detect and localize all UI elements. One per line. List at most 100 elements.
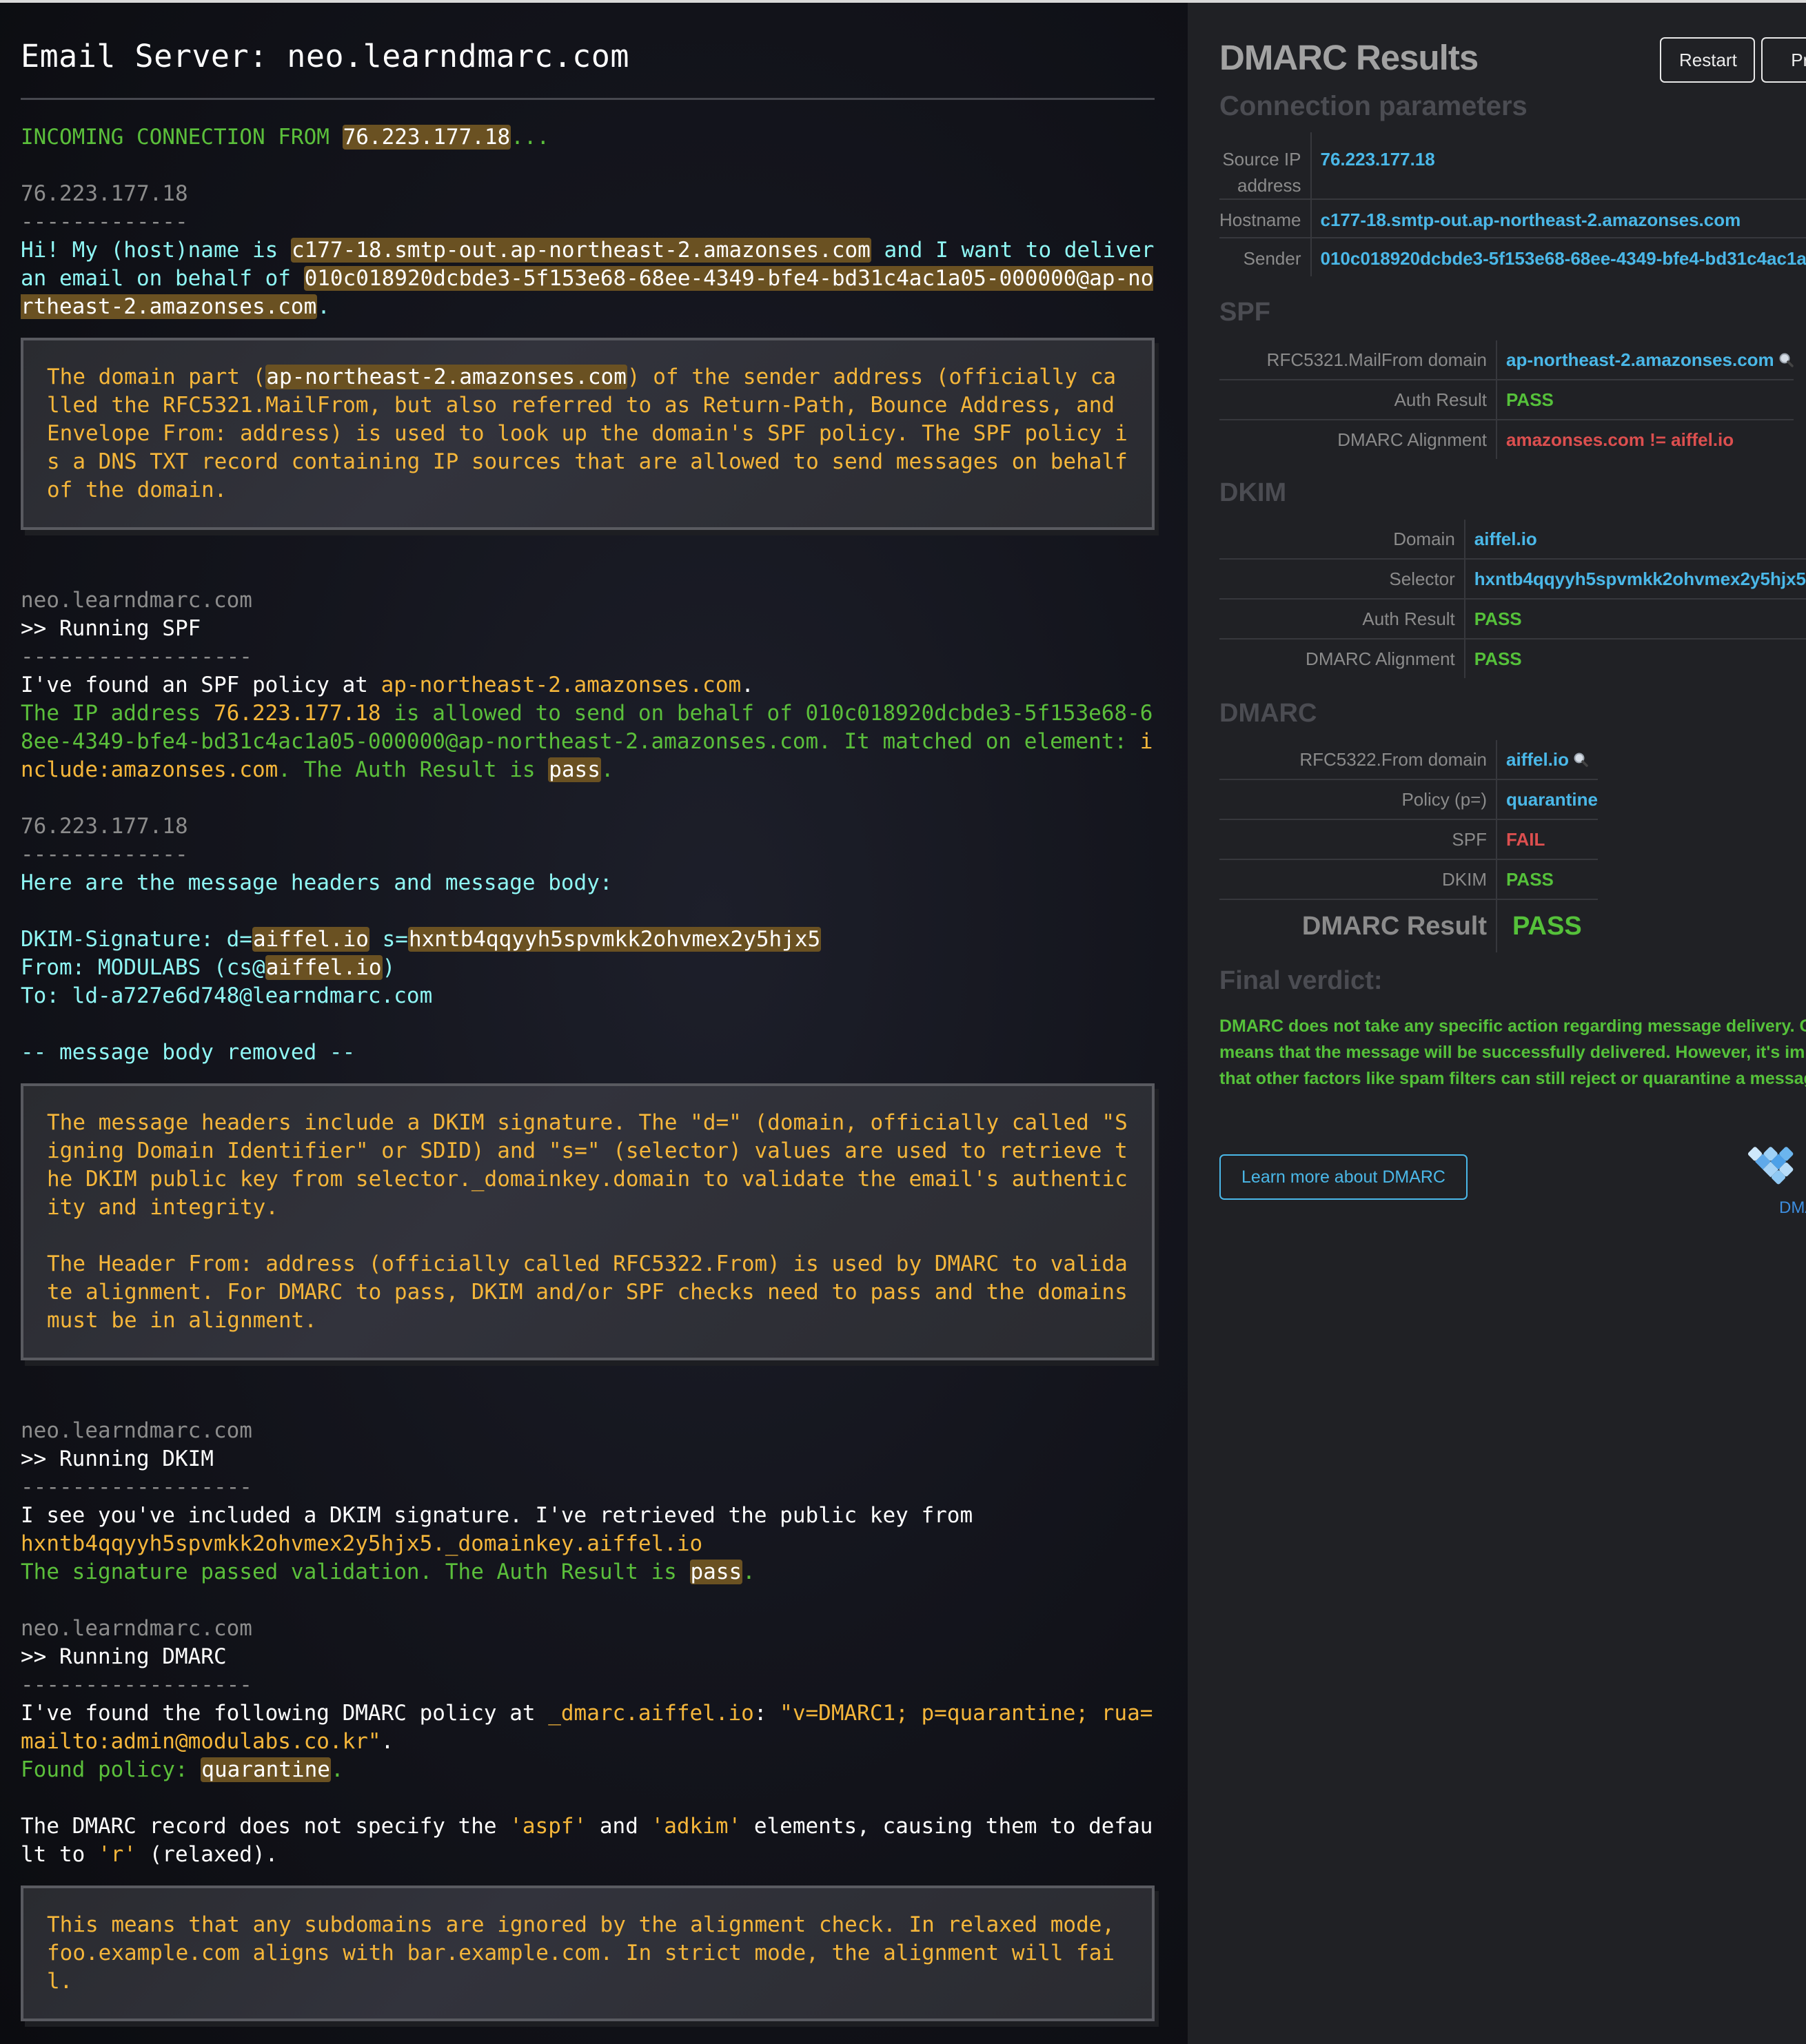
divider-dashes: ------------------ bbox=[21, 1475, 252, 1500]
row-label: DMARC Alignment bbox=[1219, 638, 1465, 678]
row-label: DMARC Alignment bbox=[1219, 419, 1497, 459]
table-row: Auth Result PASS bbox=[1219, 379, 1794, 420]
table-row: RFC5321.MailFrom domain ap-northeast-2.a… bbox=[1219, 340, 1794, 380]
row-label: Hostname bbox=[1219, 198, 1312, 238]
final-verdict-text: DMARC does not take any specific action … bbox=[1219, 1013, 1806, 1092]
dkim-signature-header: DKIM-Signature: d=aiffel.io s=hxntb4qqyy… bbox=[21, 926, 1165, 954]
incoming-suffix: ... bbox=[511, 125, 550, 150]
divider-dashes: ------------------ bbox=[21, 644, 252, 669]
helo-text: . bbox=[317, 294, 330, 319]
message-body-removed: -- message body removed -- bbox=[21, 1040, 356, 1065]
speaker-client: 76.223.177.18 bbox=[21, 814, 188, 839]
running-dkim-heading: >> Running DKIM bbox=[21, 1447, 214, 1471]
terminal-divider bbox=[21, 98, 1155, 100]
headers-intro: Here are the message headers and message… bbox=[21, 870, 613, 895]
incoming-connection-line: INCOMING CONNECTION FROM 76.223.177.18..… bbox=[21, 123, 1165, 152]
dkim-d-value: aiffel.io bbox=[252, 927, 369, 952]
found-policy-value: quarantine bbox=[201, 1757, 331, 1782]
connection-parameters-table: Source IP address 76.223.177.18 Hostname… bbox=[1219, 132, 1806, 276]
dkim-retrieved-line: I see you've included a DKIM signature. … bbox=[21, 1503, 973, 1528]
policy-value: quarantine bbox=[1496, 779, 1598, 819]
incoming-ip: 76.223.177.18 bbox=[342, 125, 511, 150]
hostname-value: c177-18.smtp-out.ap-northeast-2.amazonse… bbox=[1310, 198, 1806, 238]
table-row: Source IP address 76.223.177.18 bbox=[1219, 132, 1806, 199]
spf-ip: 76.223.177.18 bbox=[213, 701, 381, 726]
dkim-selector-value: hxntb4qqyyh5spvmkk2ohvmex2y5hjx5 bbox=[1464, 558, 1806, 599]
restart-button[interactable]: Restart bbox=[1660, 37, 1755, 83]
dkim-result-text: . bbox=[742, 1560, 755, 1584]
divider-dashes: ------------- bbox=[21, 209, 188, 234]
dkim-auth-result-value: PASS bbox=[1464, 598, 1806, 639]
table-row: Auth Result PASS bbox=[1219, 598, 1806, 639]
to-header: To: ld-a727e6d748@learndmarc.com bbox=[21, 983, 433, 1008]
magnifier-icon[interactable] bbox=[1573, 752, 1588, 767]
running-spf-heading: >> Running SPF bbox=[21, 616, 201, 641]
alignment-text: and bbox=[587, 1814, 651, 1839]
alignment-text: (relaxed). bbox=[136, 1842, 278, 1867]
incoming-prefix: INCOMING CONNECTION FROM bbox=[21, 125, 343, 150]
dmarc-dkim-value: PASS bbox=[1496, 859, 1598, 899]
mailfrom-domain-value: ap-northeast-2.amazonses.com bbox=[1506, 349, 1774, 370]
table-row: Selector hxntb4qqyyh5spvmkk2ohvmex2y5hjx… bbox=[1219, 558, 1806, 599]
found-policy-text: . bbox=[330, 1757, 344, 1782]
spf-explanation-note: The domain part (ap-northeast-2.amazonse… bbox=[21, 338, 1155, 530]
dmarc-policy-text: . bbox=[381, 1729, 394, 1754]
spf-explanation-text: The domain part (ap-northeast-2.amazonse… bbox=[47, 363, 1128, 504]
divider-dashes: ------------------ bbox=[21, 1673, 252, 1697]
dkim-result-text: The signature passed validation. The Aut… bbox=[21, 1560, 690, 1584]
row-label: Selector bbox=[1219, 558, 1465, 599]
dkim-explanation-text: The message headers include a DKIM signa… bbox=[47, 1110, 1128, 1220]
dmarc-logo-icon bbox=[1747, 1147, 1794, 1185]
table-row: Policy (p=) quarantine bbox=[1219, 779, 1598, 819]
row-label: Source IP address bbox=[1219, 132, 1312, 199]
speaker-server: neo.learndmarc.com bbox=[21, 1616, 252, 1641]
dmarc-results-table: RFC5322.From domain aiffel.io Policy (p=… bbox=[1219, 740, 1598, 952]
spf-found-text: . bbox=[741, 673, 754, 697]
row-label: Policy (p=) bbox=[1219, 779, 1497, 819]
from-domain-cell: aiffel.io bbox=[1496, 740, 1598, 779]
row-label: RFC5322.From domain bbox=[1219, 740, 1497, 779]
header-from-explanation-text: The Header From: address (officially cal… bbox=[47, 1251, 1141, 1333]
dmarc-policy-text: : bbox=[753, 1701, 780, 1726]
header-text: ) bbox=[382, 955, 396, 980]
magnifier-icon[interactable] bbox=[1778, 352, 1794, 367]
dkim-explanation-note: The message headers include a DKIM signa… bbox=[21, 1083, 1155, 1360]
spf-found-line: I've found an SPF policy at ap-northeast… bbox=[21, 671, 1165, 699]
source-ip-value: 76.223.177.18 bbox=[1320, 149, 1435, 170]
found-policy-label: Found policy: bbox=[21, 1757, 201, 1782]
helo-text: Hi! My (host)name is bbox=[21, 238, 291, 263]
table-row: DMARC Alignment PASS bbox=[1219, 638, 1806, 678]
table-row: RFC5322.From domain aiffel.io bbox=[1219, 740, 1598, 779]
dkim-alignment-value: PASS bbox=[1464, 638, 1806, 678]
verdict-line: means that the message will be successfu… bbox=[1219, 1043, 1806, 1062]
dkim-results-table: Domain aiffel.io Selector hxntb4qqyyh5sp… bbox=[1219, 520, 1806, 678]
table-row: Sender 010c018920dcbde3-5f153e68-68ee-43… bbox=[1219, 237, 1806, 276]
learn-more-button[interactable]: Learn more about DMARC bbox=[1219, 1154, 1468, 1200]
dkim-section-title: DKIM bbox=[1219, 478, 1287, 507]
print-button[interactable]: Print bbox=[1761, 37, 1806, 83]
alignment-text: The DMARC record does not specify the bbox=[21, 1814, 510, 1839]
from-domain-value: aiffel.io bbox=[1506, 749, 1570, 770]
terminal-title: Email Server: neo.learndmarc.com bbox=[21, 38, 629, 74]
row-label: Sender bbox=[1219, 237, 1312, 276]
dmarc-policy-text: I've found the following DMARC policy at bbox=[21, 1701, 549, 1726]
row-label: DKIM bbox=[1219, 859, 1497, 899]
logo-text: DMARC bbox=[1779, 1198, 1806, 1217]
dkim-auth-result: pass bbox=[689, 1560, 743, 1584]
results-title: DMARC Results bbox=[1219, 38, 1479, 77]
relaxed-tag: 'r' bbox=[97, 1842, 136, 1867]
aspf-tag: 'aspf' bbox=[509, 1814, 587, 1839]
spf-results-table: RFC5321.MailFrom domain ap-northeast-2.a… bbox=[1219, 340, 1794, 459]
table-row: Domain aiffel.io bbox=[1219, 520, 1806, 559]
table-row: SPF FAIL bbox=[1219, 819, 1598, 859]
dkim-domain-value: aiffel.io bbox=[1474, 529, 1537, 549]
dmarc-result-label: DMARC Result bbox=[1219, 899, 1497, 952]
header-text: From: MODULABS (cs@ bbox=[21, 955, 265, 980]
spf-result-text: . bbox=[600, 757, 614, 782]
verdict-line: DMARC does not take any specific action … bbox=[1219, 1016, 1806, 1036]
dmarc-spf-value: FAIL bbox=[1496, 819, 1598, 859]
spf-alignment-value: amazonses.com != aiffel.io bbox=[1496, 419, 1794, 459]
dkim-result-line: The signature passed validation. The Aut… bbox=[21, 1558, 1165, 1586]
header-text: DKIM-Signature: d= bbox=[21, 927, 252, 952]
dmarc-result-row: DMARC Result PASS bbox=[1219, 899, 1598, 952]
